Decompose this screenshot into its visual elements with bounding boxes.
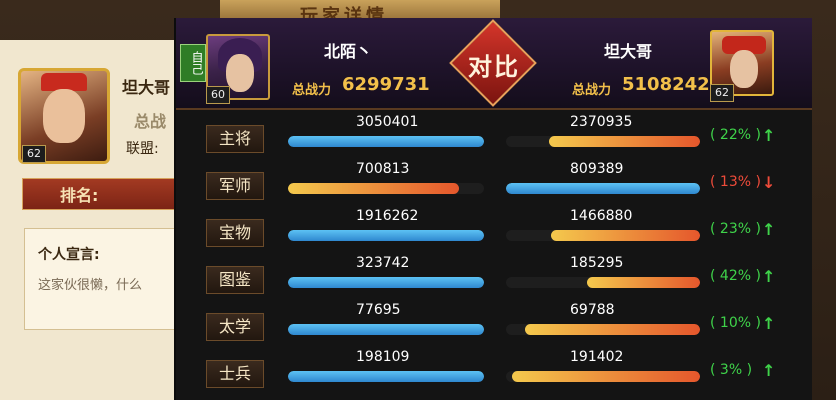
right-stat-value: 185295 [570, 255, 624, 271]
left-stat-fill [288, 136, 484, 147]
right-stat-bar [506, 277, 700, 288]
right-stat-value: 1466880 [570, 208, 633, 224]
right-stat-fill [525, 324, 700, 335]
arrow-icon: ↑ [762, 126, 776, 145]
arrow-icon: ↑ [762, 267, 776, 286]
right-stat-fill [511, 371, 700, 382]
right-stat-bar [506, 230, 700, 241]
right-stat-bar [506, 324, 700, 335]
hero-face [730, 50, 758, 88]
stat-label: 宝物 [206, 219, 264, 247]
rank-label: 排名: [60, 186, 99, 205]
right-power-label: 总战力 [572, 83, 612, 98]
left-stat-fill [288, 324, 484, 335]
compare-row: 图鉴 323742 185295 ( 42% ) ↑ [176, 253, 812, 300]
left-stat-value: 77695 [356, 302, 401, 318]
stat-label: 主将 [206, 125, 264, 153]
right-stat-fill [587, 277, 700, 288]
left-stat-value: 323742 [356, 255, 410, 271]
diff-percent: ( 23% ) [710, 221, 761, 237]
right-stat-bar [506, 136, 700, 147]
stat-label: 图鉴 [206, 266, 264, 294]
right-level-badge: 62 [710, 84, 734, 102]
arrow-icon: ↑ [762, 220, 776, 239]
compare-row: 太学 77695 69788 ( 10% ) ↑ [176, 300, 812, 347]
left-stat-bar [288, 230, 484, 241]
diff-percent: ( 3% ) [710, 362, 753, 378]
right-power-value: 5108242 [622, 74, 710, 95]
self-tag: 自己 [180, 44, 206, 82]
detail-power-label: 总战 [134, 112, 167, 131]
left-stat-value: 700813 [356, 161, 410, 177]
left-stat-bar [288, 371, 484, 382]
left-level-badge: 60 [206, 86, 230, 104]
compare-header: 自己 60 北陌丶 总战力 6299731 对比 坦大哥 总战力 5108242… [176, 18, 812, 110]
left-power-label: 总战力 [292, 83, 332, 98]
left-stat-bar [288, 277, 484, 288]
left-stat-fill [288, 183, 459, 194]
right-stat-bar [506, 371, 700, 382]
compare-title: 对比 [468, 53, 520, 81]
hero-face [43, 89, 85, 143]
detail-level-badge: 62 [22, 145, 46, 163]
left-stat-value: 198109 [356, 349, 410, 365]
rank-bar [22, 178, 178, 210]
right-stat-value: 69788 [570, 302, 615, 318]
stat-label: 太学 [206, 313, 264, 341]
left-player-name: 北陌丶 [324, 42, 373, 61]
right-stat-value: 2370935 [570, 114, 633, 130]
left-power-value: 6299731 [342, 74, 430, 95]
diff-percent: ( 13% ) [710, 174, 761, 190]
left-stat-bar [288, 183, 484, 194]
declaration-text: 这家伙很懒，什么 [38, 278, 143, 293]
left-stat-fill [288, 277, 484, 288]
diff-percent: ( 42% ) [710, 268, 761, 284]
left-stat-fill [288, 371, 484, 382]
arrow-icon: ↓ [762, 173, 776, 192]
stat-label: 士兵 [206, 360, 264, 388]
arrow-icon: ↑ [762, 361, 776, 380]
right-stat-value: 191402 [570, 349, 624, 365]
left-stat-bar [288, 136, 484, 147]
compare-row: 宝物 1916262 1466880 ( 23% ) ↑ [176, 206, 812, 253]
compare-row: 军师 700813 809389 ( 13% ) ↓ [176, 159, 812, 206]
arrow-icon: ↑ [762, 314, 776, 333]
compare-emblem: 对比 [444, 19, 544, 107]
declaration-title: 个人宣言: [38, 247, 100, 263]
diff-percent: ( 10% ) [710, 315, 761, 331]
left-stat-bar [288, 324, 484, 335]
compare-row: 主将 3050401 2370935 ( 22% ) ↑ [176, 112, 812, 159]
compare-row: 士兵 198109 191402 ( 3% ) ↑ [176, 347, 812, 394]
detail-player-name: 坦大哥 [122, 78, 171, 97]
diff-percent: ( 22% ) [710, 127, 761, 143]
left-stat-value: 1916262 [356, 208, 419, 224]
compare-rows: 主将 3050401 2370935 ( 22% ) ↑ 军师 700813 8… [176, 112, 812, 400]
compare-dialog: 自己 60 北陌丶 总战力 6299731 对比 坦大哥 总战力 5108242… [174, 18, 812, 400]
stat-label: 军师 [206, 172, 264, 200]
detail-alliance-label: 联盟: [126, 141, 159, 157]
right-stat-fill [548, 136, 700, 147]
right-stat-fill [550, 230, 700, 241]
right-stat-fill [506, 183, 700, 194]
left-stat-value: 3050401 [356, 114, 419, 130]
left-stat-fill [288, 230, 484, 241]
hero-face [226, 54, 254, 92]
right-stat-value: 809389 [570, 161, 624, 177]
right-player-name: 坦大哥 [604, 42, 653, 61]
right-stat-bar [506, 183, 700, 194]
